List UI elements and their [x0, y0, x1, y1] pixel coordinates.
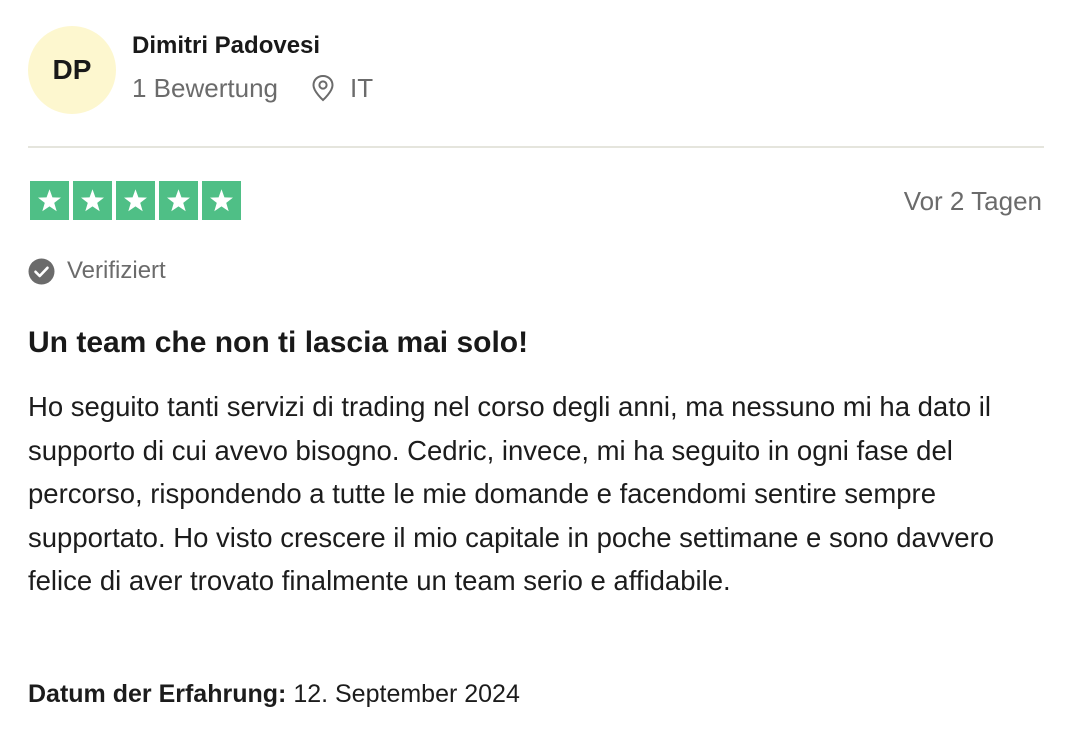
review-title[interactable]: Un team che non ti lascia mai solo! — [28, 326, 1048, 360]
reviewer-name[interactable]: Dimitri Padovesi — [132, 31, 373, 61]
verified-label: Verifiziert — [67, 257, 166, 284]
star-icon — [124, 189, 147, 212]
reviewer-country: IT — [349, 73, 374, 103]
review-text: Ho seguito tanti servizi di trading nel … — [28, 391, 995, 596]
reviewer-meta: 1 Bewertung IT — [132, 73, 373, 103]
reviewer-info: Dimitri Padovesi 1 Bewertung IT — [132, 31, 373, 103]
star-5 — [202, 181, 241, 220]
experience-date: Datum der Erfahrung: 12. September 2024 — [28, 680, 520, 709]
star-rating — [30, 181, 245, 220]
experience-date-value: 12. September 2024 — [293, 680, 520, 708]
star-icon — [210, 189, 233, 212]
divider — [28, 146, 1044, 148]
experience-date-label: Datum der Erfahrung: — [28, 680, 287, 708]
check-circle-icon — [28, 258, 55, 284]
star-1 — [30, 181, 69, 220]
reviewer-header: DP Dimitri Padovesi 1 Bewertung IT — [28, 26, 373, 114]
star-4 — [159, 181, 198, 220]
verified-badge[interactable]: Verifiziert — [28, 257, 166, 285]
star-icon — [38, 189, 61, 212]
star-3 — [116, 181, 155, 220]
avatar[interactable]: DP — [28, 26, 116, 114]
review-date: Vor 2 Tagen — [903, 186, 1042, 216]
star-icon — [167, 189, 190, 212]
reviewer-location: IT — [310, 73, 373, 103]
star-2 — [73, 181, 112, 220]
review-count: 1 Bewertung — [132, 73, 278, 103]
location-pin-icon — [312, 74, 334, 102]
star-icon — [81, 189, 104, 212]
